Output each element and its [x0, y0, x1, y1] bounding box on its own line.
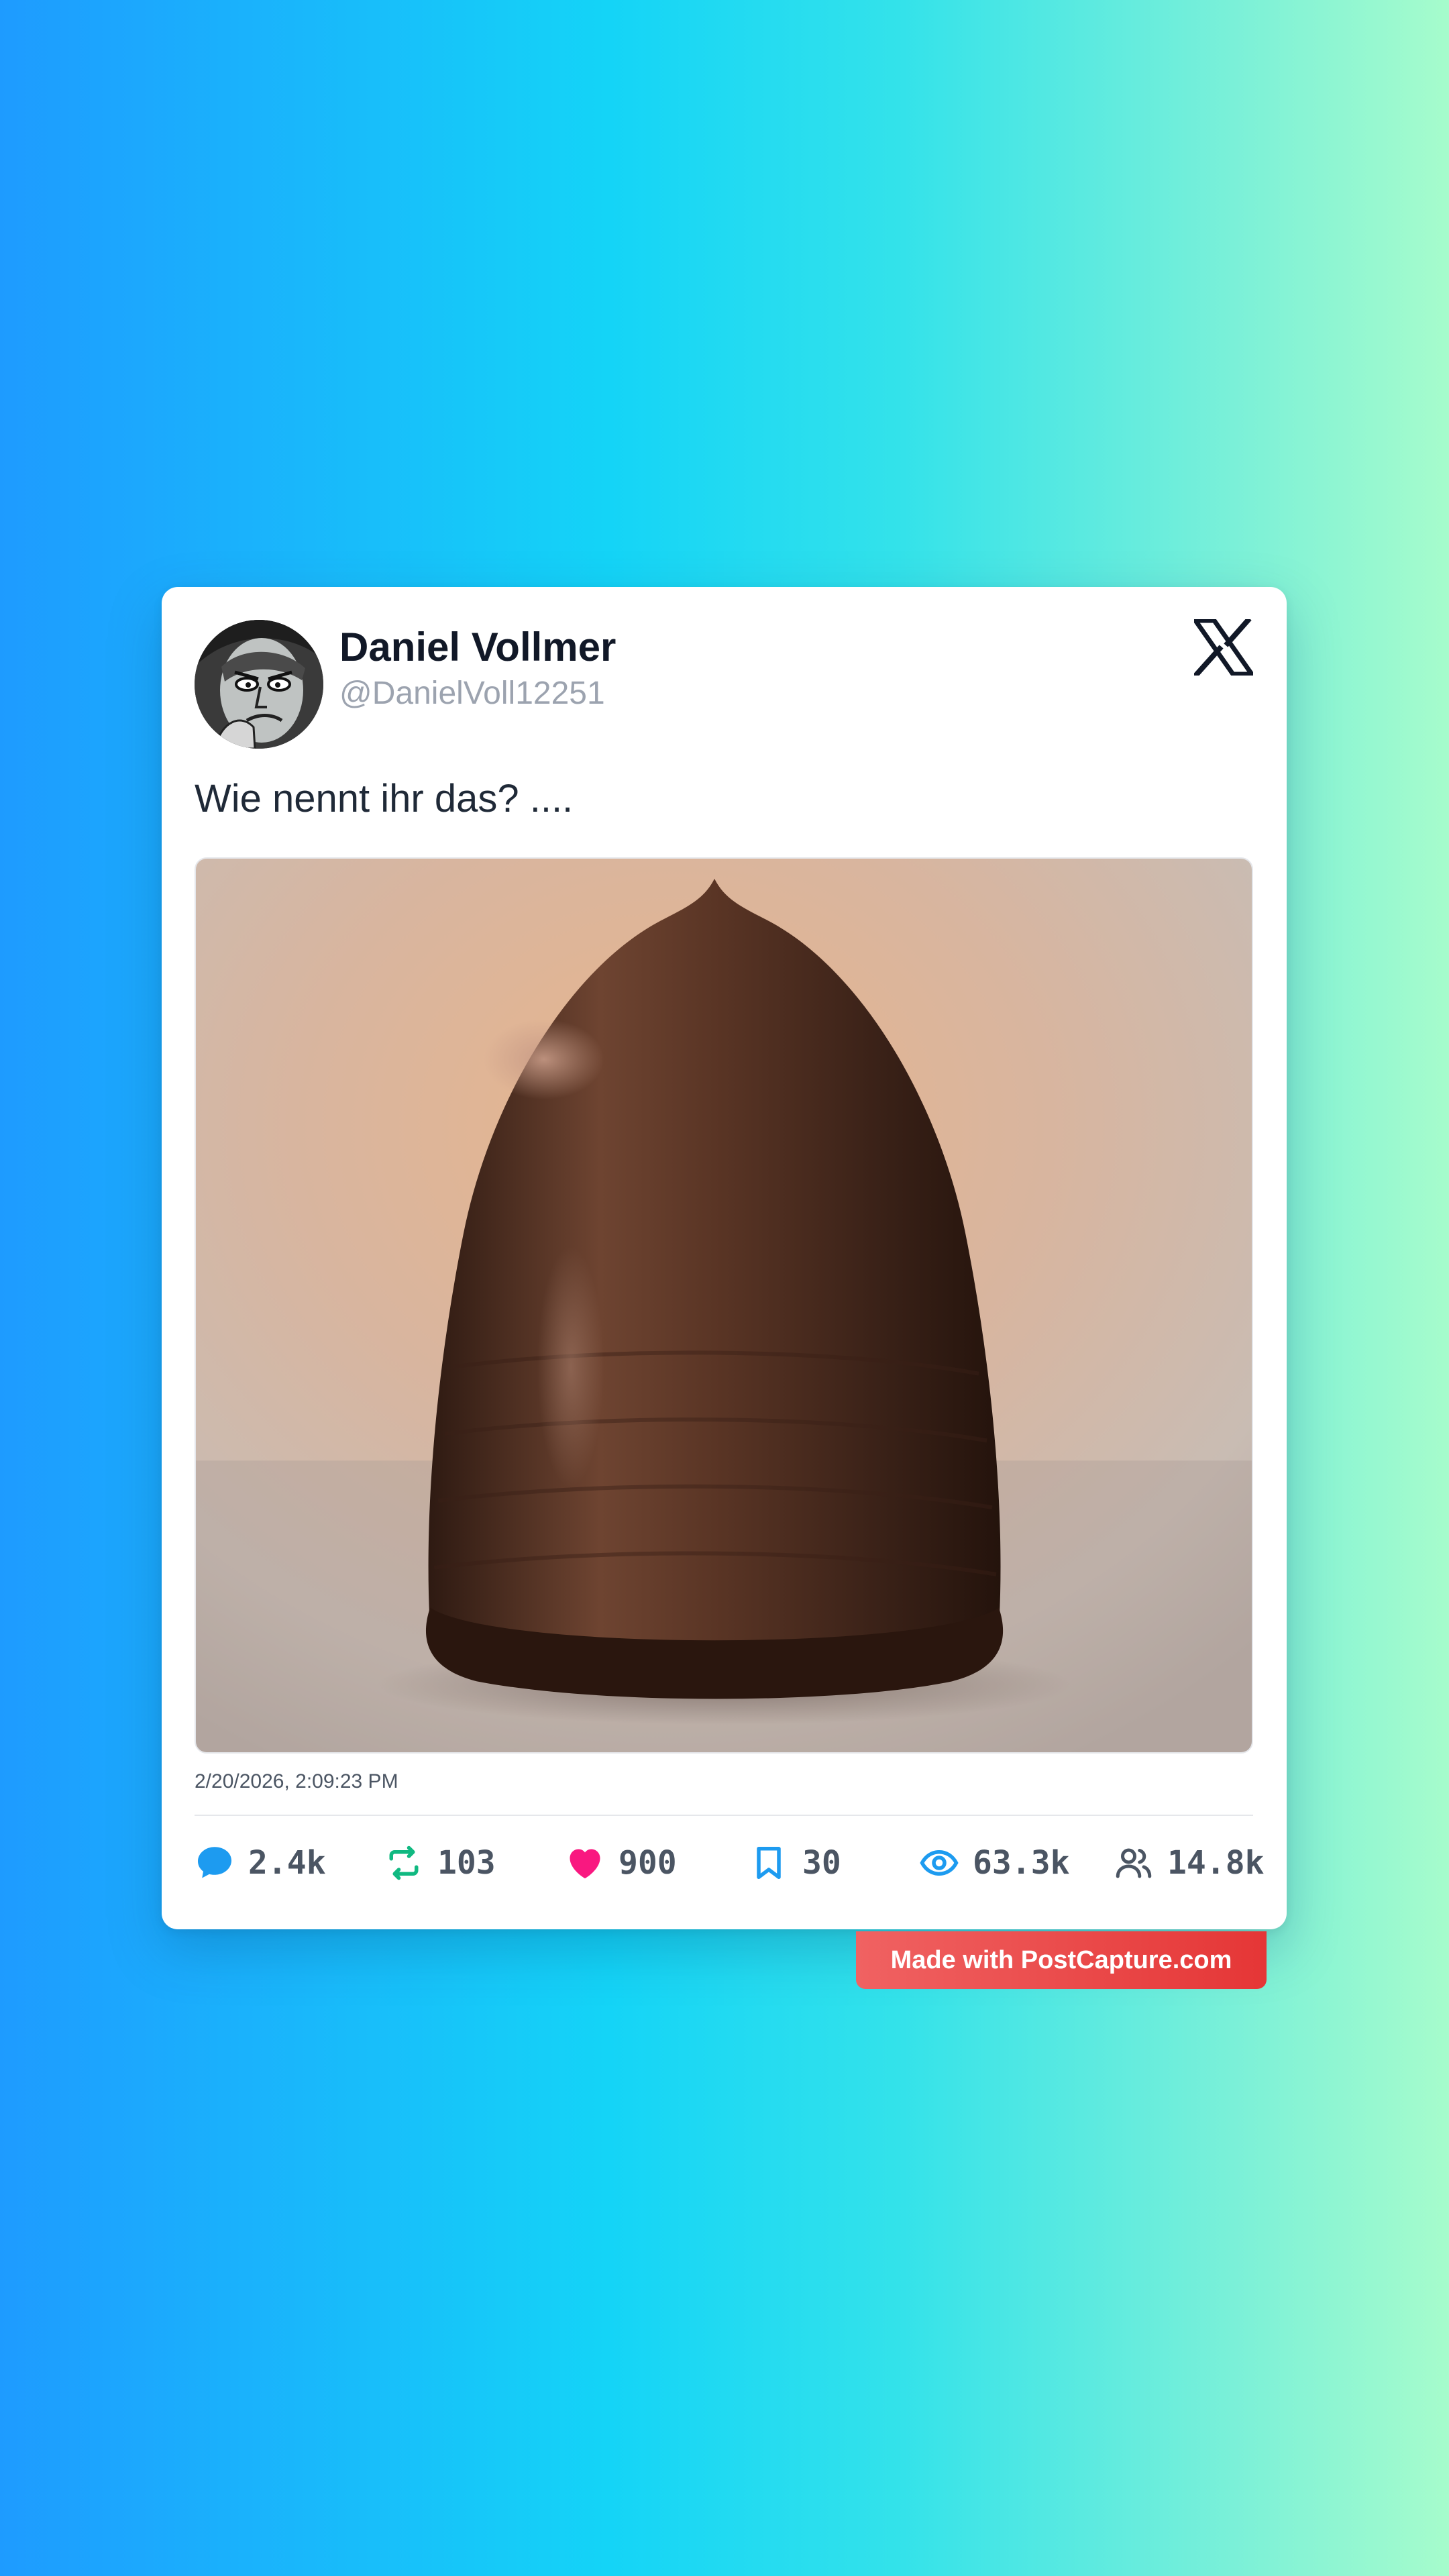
reply-bubble-icon	[198, 1847, 231, 1878]
retweet-stat[interactable]: 103	[384, 1836, 496, 1890]
eye-icon	[920, 1849, 959, 1876]
postcapture-watermark[interactable]: Made with PostCapture.com	[856, 1931, 1267, 1989]
stats-divider	[195, 1815, 1253, 1816]
retweet-count: 103	[437, 1844, 496, 1882]
bookmark-stat[interactable]: 30	[749, 1836, 841, 1890]
x-logo-icon[interactable]	[1191, 616, 1256, 678]
retweet-icon	[389, 1845, 419, 1880]
views-count: 63.3k	[973, 1844, 1070, 1882]
avatar[interactable]	[195, 620, 323, 749]
chocolate-marshmallow-photo	[196, 859, 1252, 1752]
tweet-text: Wie nennt ihr das? ....	[195, 777, 574, 820]
tweet-timestamp: 2/20/2026, 2:09:23 PM	[195, 1770, 398, 1792]
like-stat[interactable]: 900	[565, 1836, 677, 1890]
reply-stat[interactable]: 2.4k	[195, 1836, 326, 1890]
like-count: 900	[619, 1844, 677, 1882]
tweet-card: Daniel Vollmer @DanielVoll12251 Wie nenn…	[162, 587, 1287, 1929]
followers-stat[interactable]: 14.8k	[1114, 1836, 1265, 1890]
display-name[interactable]: Daniel Vollmer	[339, 623, 616, 672]
followers-count: 14.8k	[1167, 1844, 1265, 1882]
avatar-illustration-icon	[195, 620, 323, 749]
user-handle[interactable]: @DanielVoll12251	[339, 674, 605, 713]
heart-icon	[570, 1849, 600, 1878]
tweet-media-image[interactable]	[195, 857, 1253, 1754]
users-icon	[1116, 1848, 1152, 1878]
views-stat[interactable]: 63.3k	[919, 1836, 1070, 1890]
bookmark-count: 30	[802, 1844, 841, 1882]
bookmark-icon	[757, 1847, 781, 1879]
reply-count: 2.4k	[248, 1844, 326, 1882]
engagement-stats: 2.4k 103 900 30 63.3k 14.8k	[195, 1836, 1265, 1890]
